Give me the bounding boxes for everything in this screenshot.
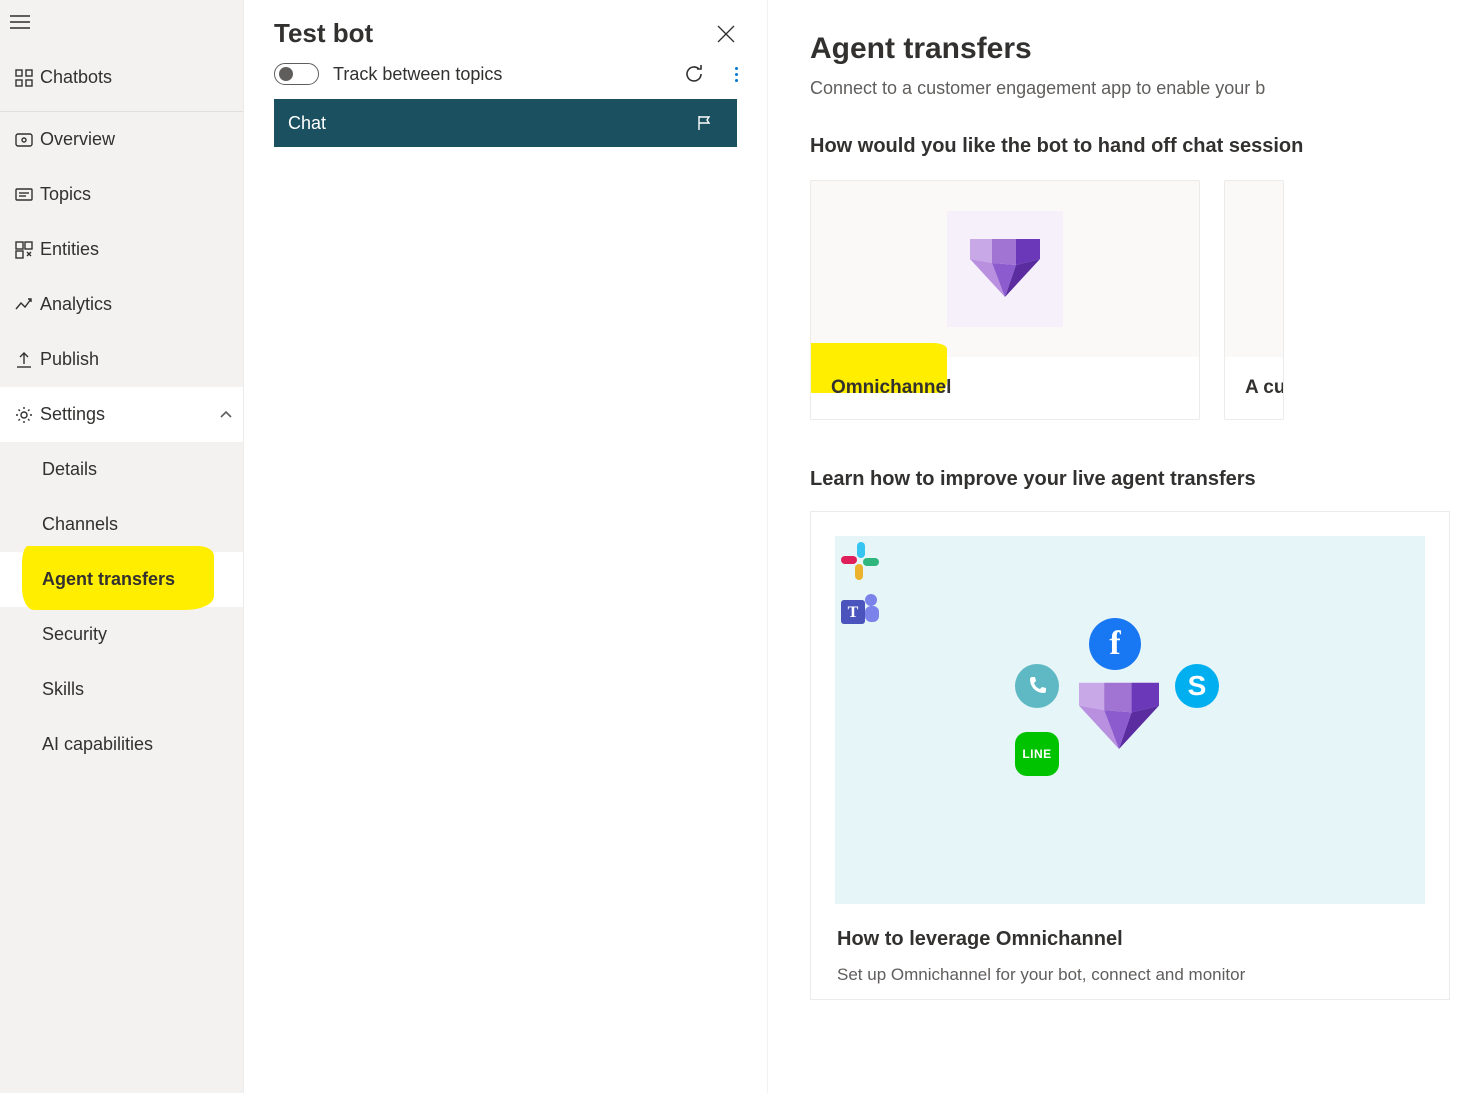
sidebar-sub-security[interactable]: Security xyxy=(0,607,243,662)
facebook-icon: f xyxy=(1089,618,1141,670)
chat-tab[interactable]: Chat xyxy=(274,99,737,147)
page-title: Agent transfers xyxy=(810,32,1462,66)
sidebar-item-overview[interactable]: Overview xyxy=(0,112,243,167)
sidebar-item-label: Topics xyxy=(40,184,243,205)
sidebar-sub-label: Details xyxy=(42,459,97,480)
learn-card-title: How to leverage Omnichannel xyxy=(837,928,1423,951)
more-options-button[interactable] xyxy=(725,63,747,85)
sidebar-sub-label: Channels xyxy=(42,514,118,535)
learn-card-media: f S LINE T xyxy=(835,536,1425,904)
chevron-up-icon xyxy=(209,408,243,422)
gear-icon xyxy=(8,406,40,424)
page-subtitle: Connect to a customer engagement app to … xyxy=(810,78,1462,99)
test-bot-title: Test bot xyxy=(274,18,373,49)
skype-icon: S xyxy=(1175,664,1219,708)
sidebar-sub-label: Security xyxy=(42,624,107,645)
option-card-omnichannel[interactable]: Omnichannel xyxy=(810,180,1200,420)
overview-icon xyxy=(8,131,40,149)
sidebar-item-topics[interactable]: Topics xyxy=(0,167,243,222)
learn-card-desc: Set up Omnichannel for your bot, connect… xyxy=(837,965,1423,985)
sidebar-item-analytics[interactable]: Analytics xyxy=(0,277,243,332)
sidebar-sub-skills[interactable]: Skills xyxy=(0,662,243,717)
track-between-topics-toggle[interactable] xyxy=(274,63,319,85)
handoff-question: How would you like the bot to hand off c… xyxy=(810,135,1462,158)
grid-icon xyxy=(8,69,40,87)
sidebar-item-label: Chatbots xyxy=(40,67,243,88)
learn-heading: Learn how to improve your live agent tra… xyxy=(810,468,1462,491)
option-card-label: A cus xyxy=(1245,377,1284,399)
main-content: Agent transfers Connect to a customer en… xyxy=(768,0,1462,1093)
close-button[interactable] xyxy=(715,23,737,45)
sidebar: Chatbots Overview Topics Entities xyxy=(0,0,244,1093)
sidebar-sub-channels[interactable]: Channels xyxy=(0,497,243,552)
sidebar-item-chatbots[interactable]: Chatbots xyxy=(0,50,243,105)
sidebar-sub-ai-capabilities[interactable]: AI capabilities xyxy=(0,717,243,772)
teams-icon: T xyxy=(835,586,885,636)
reload-button[interactable] xyxy=(683,63,705,85)
omnichannel-heart-icon xyxy=(1079,682,1159,752)
omnichannel-logo xyxy=(947,211,1063,327)
topics-icon xyxy=(8,186,40,204)
svg-text:T: T xyxy=(848,604,859,621)
slack-icon xyxy=(835,536,885,586)
sidebar-item-publish[interactable]: Publish xyxy=(0,332,243,387)
phone-icon xyxy=(1015,664,1059,708)
sidebar-sub-label: Agent transfers xyxy=(42,569,175,590)
sidebar-item-settings[interactable]: Settings xyxy=(0,387,243,442)
hamburger-menu-button[interactable] xyxy=(10,15,30,29)
option-card-label: Omnichannel xyxy=(831,377,951,399)
analytics-icon xyxy=(8,296,40,314)
option-card-custom[interactable]: A cus xyxy=(1224,180,1284,420)
sidebar-sub-label: Skills xyxy=(42,679,84,700)
sidebar-item-label: Overview xyxy=(40,129,243,150)
line-icon: LINE xyxy=(1015,732,1059,776)
sidebar-item-entities[interactable]: Entities xyxy=(0,222,243,277)
sidebar-item-label: Entities xyxy=(40,239,243,260)
sidebar-item-label: Publish xyxy=(40,349,243,370)
learn-card[interactable]: f S LINE T xyxy=(810,511,1450,1000)
sidebar-sub-agent-transfers[interactable]: Agent transfers xyxy=(0,552,243,607)
publish-icon xyxy=(8,351,40,369)
sidebar-sub-details[interactable]: Details xyxy=(0,442,243,497)
test-bot-panel: Test bot Track between topics Chat xyxy=(244,0,768,1093)
sidebar-item-label: Settings xyxy=(40,404,209,425)
entities-icon xyxy=(8,241,40,259)
sidebar-sub-label: AI capabilities xyxy=(42,734,153,755)
sidebar-item-label: Analytics xyxy=(40,294,243,315)
track-between-topics-label: Track between topics xyxy=(333,64,669,85)
chat-tab-label: Chat xyxy=(288,113,326,134)
handoff-options-row: Omnichannel A cus xyxy=(810,180,1462,420)
flag-icon xyxy=(695,114,713,132)
